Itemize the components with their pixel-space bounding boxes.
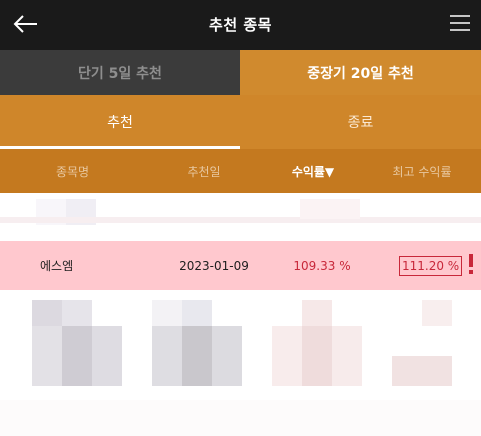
- blur-block: [212, 326, 242, 386]
- tab-recommended[interactable]: 추천: [0, 95, 240, 149]
- tab-ended[interactable]: 종료: [240, 95, 481, 149]
- column-header-date[interactable]: 추천일: [145, 163, 263, 180]
- tab-recommended-label: 추천: [107, 115, 133, 131]
- blur-block: [182, 300, 212, 326]
- blur-block: [0, 217, 481, 223]
- stock-name: 에스엠: [40, 259, 74, 273]
- column-header-name[interactable]: 종목명: [0, 163, 145, 180]
- return-value: 109.33 %: [293, 258, 351, 273]
- blur-block: [152, 326, 182, 386]
- blur-block: [92, 326, 122, 386]
- max-return-cell: 111.20 %: [363, 241, 481, 290]
- page-title: 추천 종목: [209, 16, 272, 34]
- top-bar: 추천 종목: [0, 0, 481, 50]
- blur-block: [62, 326, 92, 386]
- blur-block: [272, 326, 302, 386]
- tab-mid-long-term[interactable]: 중장기 20일 추천: [240, 50, 481, 95]
- table-row[interactable]: 에스엠 2023-01-09 109.33 % 111.20 %: [0, 241, 481, 290]
- blurred-rows-bottom: [0, 290, 481, 436]
- tab-ended-label: 종료: [347, 115, 374, 131]
- hamburger-menu-icon[interactable]: [449, 12, 471, 34]
- blur-block: [0, 400, 481, 436]
- tab-short-term[interactable]: 단기 5일 추천: [0, 50, 240, 95]
- blur-block: [152, 300, 182, 326]
- column-header-return[interactable]: 수익률▼: [263, 163, 363, 180]
- table-header: 종목명 추천일 수익률▼ 최고 수익률: [0, 149, 481, 193]
- blur-block: [32, 300, 62, 326]
- status-tabs: 추천 종료: [0, 95, 481, 149]
- max-return-value: 111.20 %: [399, 256, 463, 276]
- period-tabs: 단기 5일 추천 중장기 20일 추천: [0, 50, 481, 95]
- blur-block: [392, 356, 452, 386]
- blur-block: [62, 300, 92, 326]
- blur-block: [182, 326, 212, 386]
- recommend-date: 2023-01-09: [179, 258, 249, 273]
- blur-block: [32, 326, 62, 386]
- blur-block: [302, 326, 332, 386]
- blur-block: [302, 300, 332, 326]
- blurred-row-top: [0, 193, 481, 241]
- blur-block: [332, 326, 362, 386]
- column-header-max-return[interactable]: 최고 수익률: [363, 163, 481, 180]
- more-vertical-icon[interactable]: [469, 254, 473, 276]
- blur-block: [422, 300, 452, 326]
- blur-block: [300, 199, 360, 219]
